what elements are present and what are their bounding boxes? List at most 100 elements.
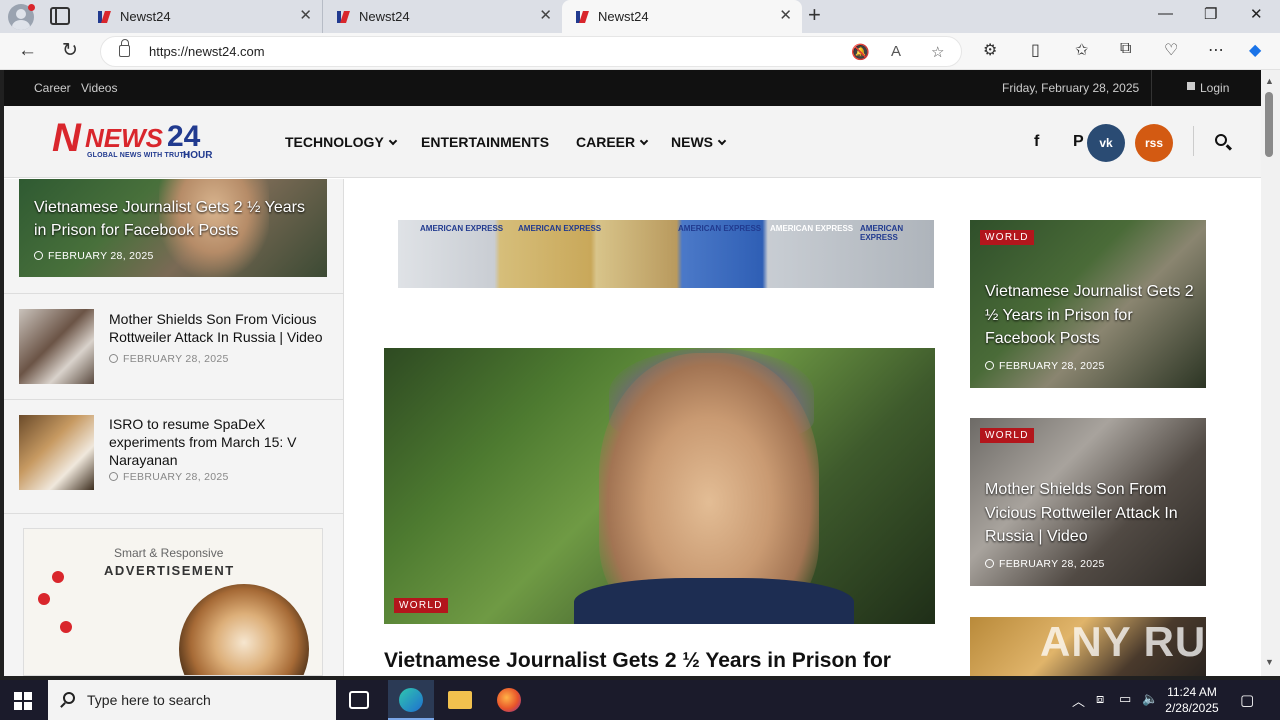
restore-icon[interactable]: ❐ — [1204, 5, 1217, 23]
notification-icon[interactable]: ▢ — [1240, 691, 1254, 709]
list-item-title[interactable]: ISRO to resume SpaDeX experiments from M… — [109, 415, 329, 469]
list-item[interactable]: ISRO to resume SpaDeX experiments from M… — [4, 399, 344, 513]
site-header: N NEWS 24 GLOBAL NEWS WITH TRUTH HOUR TE… — [4, 106, 1261, 178]
search-icon[interactable] — [1215, 134, 1227, 146]
list-item[interactable]: Mother Shields Son From Vicious Rottweil… — [4, 293, 344, 399]
logo-number: 24 — [167, 120, 201, 153]
close-tab-icon[interactable]: ✕ — [299, 8, 312, 24]
logo-tagline: GLOBAL NEWS WITH TRUTH — [87, 152, 190, 159]
collections-icon[interactable]: ⧉ — [1120, 40, 1131, 58]
left-hero-title[interactable]: Vietnamese Journalist Gets 2 ½ Years in … — [34, 196, 319, 242]
category-badge[interactable]: WORLD — [980, 230, 1034, 245]
clock-icon — [109, 472, 118, 481]
page-scrollbar[interactable]: ▲ ▼ — [1261, 70, 1280, 676]
chevron-down-icon — [388, 136, 398, 146]
topbar-link-videos[interactable]: Videos — [81, 81, 117, 95]
browser-essentials-icon[interactable]: ♡ — [1164, 40, 1178, 60]
tracking-blocked-icon[interactable]: 🔕 — [851, 43, 870, 61]
read-aloud-icon[interactable]: A — [891, 43, 901, 60]
coffee-cup-image — [179, 584, 309, 675]
journalist-shirt — [574, 578, 854, 624]
amex-banner-ad[interactable]: AMERICAN EXPRESS AMERICAN EXPRESS AMERIC… — [398, 220, 934, 288]
category-badge[interactable]: WORLD — [394, 598, 448, 613]
refresh-icon[interactable]: ↻ — [62, 39, 78, 63]
split-screen-icon[interactable]: ▯ — [1031, 40, 1040, 60]
taskbar-clock[interactable]: 11:24 AM 2/28/2025 — [1162, 684, 1222, 716]
browser-tab-1[interactable]: Newst24 ✕ — [84, 0, 323, 33]
isro-thumbnail[interactable] — [19, 415, 94, 490]
scroll-down-icon[interactable]: ▼ — [1265, 657, 1274, 667]
windows-taskbar: Type here to search ︿ ⧈ ▭ 🔈 11:24 AM 2/2… — [0, 680, 1280, 720]
left-hero-card[interactable]: Vietnamese Journalist Gets 2 ½ Years in … — [19, 179, 327, 277]
topbar-link-career[interactable]: Career — [34, 81, 71, 95]
clock-icon — [109, 354, 118, 363]
url-text[interactable]: https://newst24.com — [149, 44, 265, 59]
rss-icon[interactable]: rss — [1135, 124, 1173, 162]
extensions-icon[interactable]: ⚙ — [983, 40, 997, 60]
chevron-down-icon — [639, 136, 649, 146]
right-story-card-2[interactable]: WORLD Mother Shields Son From Vicious Ro… — [970, 418, 1206, 586]
rottweiler-thumbnail[interactable] — [19, 309, 94, 384]
ad-big-text: ADVERTISEMENT — [104, 563, 235, 578]
main-story-image[interactable]: WORLD — [384, 348, 935, 624]
right-card-title[interactable]: Vietnamese Journalist Gets 2 ½ Years in … — [985, 280, 1195, 351]
settings-more-icon[interactable]: ⋯ — [1208, 40, 1224, 60]
browser-tab-3-active[interactable]: Newst24 ✕ — [562, 0, 802, 33]
network-icon[interactable]: ▭ — [1119, 691, 1131, 707]
ad-small-text: Smart & Responsive — [114, 546, 224, 560]
menu-news[interactable]: NEWS — [671, 134, 727, 150]
taskbar-search-placeholder: Type here to search — [87, 692, 211, 708]
lock-icon[interactable] — [119, 39, 130, 57]
vk-icon[interactable]: vk — [1087, 124, 1125, 162]
left-hero-date: FEBRUARY 28, 2025 — [34, 250, 154, 262]
site-logo[interactable]: N NEWS 24 GLOBAL NEWS WITH TRUTH HOUR — [49, 116, 219, 168]
login-lock-icon — [1187, 82, 1195, 90]
edge-taskbar-button[interactable] — [388, 680, 434, 720]
menu-technology[interactable]: TECHNOLOGY — [285, 134, 398, 150]
scroll-up-icon[interactable]: ▲ — [1265, 76, 1274, 86]
new-tab-icon[interactable]: + — [808, 3, 821, 27]
volume-icon[interactable]: 🔈 — [1142, 691, 1158, 707]
file-explorer-icon[interactable] — [448, 691, 472, 709]
main-story-title[interactable]: Vietnamese Journalist Gets 2 ½ Years in … — [384, 648, 944, 674]
amex-card-label: AMERICAN EXPRESS — [420, 224, 504, 233]
pinterest-icon[interactable]: P — [1073, 133, 1084, 151]
category-badge[interactable]: WORLD — [980, 428, 1034, 443]
flower-decoration — [38, 593, 50, 605]
firefox-icon[interactable] — [497, 688, 521, 712]
favorites-icon[interactable]: ✩ — [1075, 40, 1088, 60]
windows-start-icon[interactable] — [14, 692, 32, 710]
scrollbar-thumb[interactable] — [1265, 92, 1273, 157]
taskbar-date: 2/28/2025 — [1165, 701, 1219, 715]
close-tab-icon[interactable]: ✕ — [539, 8, 552, 24]
browser-tab-2[interactable]: Newst24 ✕ — [323, 0, 562, 33]
menu-entertainments[interactable]: ENTERTAINMENTS — [421, 134, 549, 150]
logo-word: NEWS — [85, 123, 163, 153]
favorite-star-icon[interactable]: ☆ — [931, 43, 944, 61]
close-window-icon[interactable]: ✕ — [1250, 5, 1263, 23]
tray-device-icon[interactable]: ⧈ — [1096, 691, 1104, 707]
amex-card-label: AMERICAN EXPRESS — [770, 224, 854, 233]
list-item-date: FEBRUARY 28, 2025 — [109, 353, 229, 365]
taskbar-search-box[interactable]: Type here to search — [48, 680, 336, 720]
amex-card-label: AMERICAN EXPRESS — [860, 224, 904, 242]
flower-decoration — [52, 571, 64, 583]
back-icon[interactable]: ← — [18, 39, 37, 63]
url-field[interactable]: https://newst24.com 🔕 A ☆ — [100, 36, 962, 67]
tab-actions-icon[interactable] — [50, 7, 70, 25]
copilot-icon[interactable]: ◆ — [1249, 40, 1261, 60]
list-item-title[interactable]: Mother Shields Son From Vicious Rottweil… — [109, 310, 329, 346]
facebook-icon[interactable]: f — [1034, 133, 1039, 151]
left-advertisement[interactable]: Smart & Responsive ADVERTISEMENT — [23, 528, 323, 676]
right-story-card-1[interactable]: WORLD Vietnamese Journalist Gets 2 ½ Yea… — [970, 220, 1206, 388]
profile-notification-dot — [28, 4, 35, 11]
task-view-icon[interactable] — [349, 691, 369, 709]
clock-icon — [34, 251, 43, 260]
tray-overflow-chevron-icon[interactable]: ︿ — [1072, 691, 1085, 710]
minimize-icon[interactable]: — — [1158, 5, 1173, 22]
left-sidebar: Vietnamese Journalist Gets 2 ½ Years in … — [4, 179, 344, 676]
login-link[interactable]: Login — [1200, 81, 1229, 95]
menu-career[interactable]: CAREER — [576, 134, 649, 150]
right-card-title[interactable]: Mother Shields Son From Vicious Rottweil… — [985, 478, 1195, 549]
close-tab-icon[interactable]: ✕ — [779, 8, 792, 24]
